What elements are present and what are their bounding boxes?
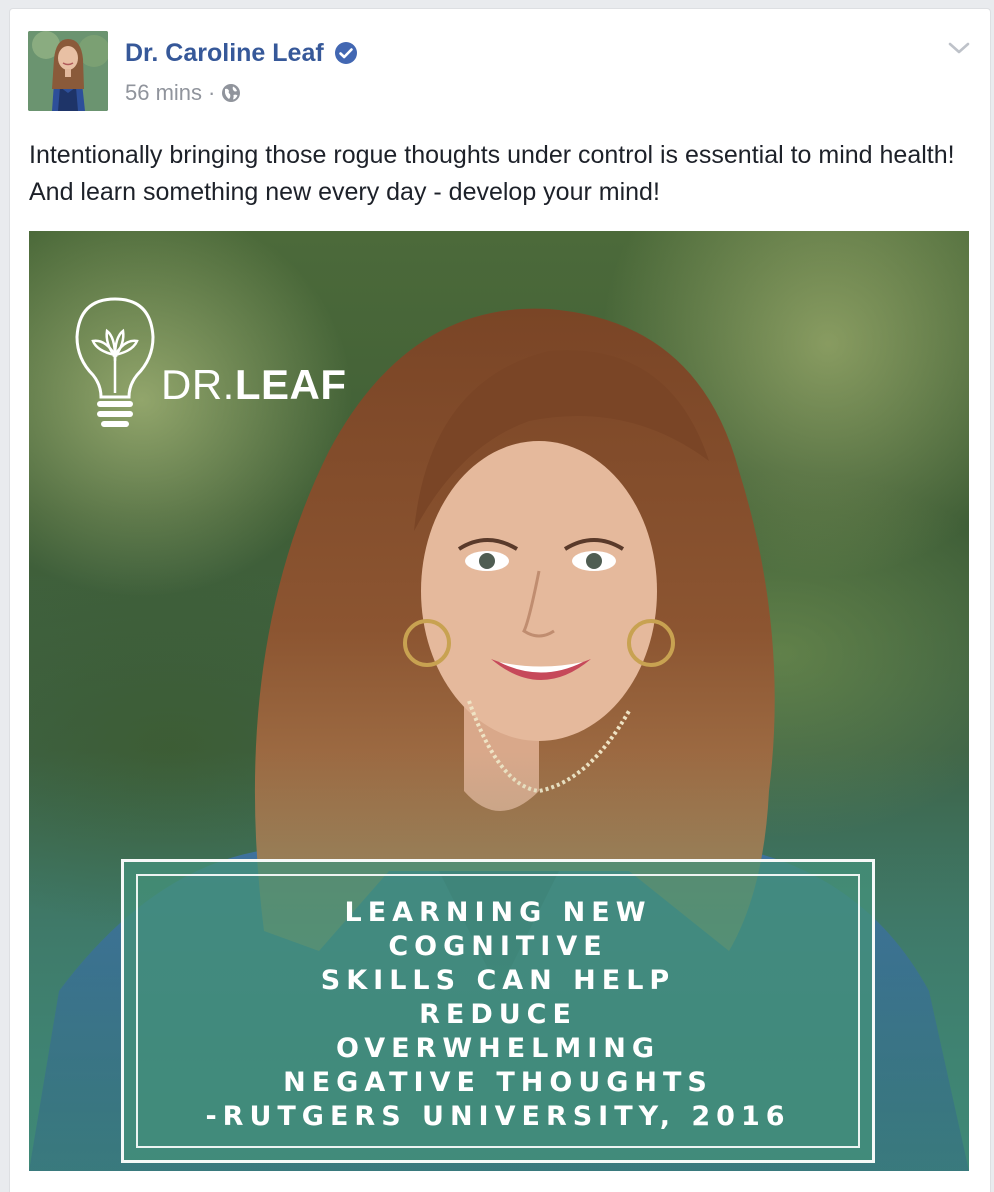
quote-line: NEGATIVE THOUGHTS: [283, 1067, 713, 1098]
globe-icon[interactable]: [221, 83, 241, 103]
quote-line: LEARNING NEW: [344, 897, 652, 928]
author-row: Dr. Caroline Leaf: [125, 37, 358, 69]
quote-line: REDUCE: [419, 999, 577, 1030]
quote-line: COGNITIVE: [388, 931, 608, 962]
author-avatar[interactable]: [28, 31, 108, 111]
logo-text: DR.LEAF: [161, 361, 347, 409]
meta-separator: ·: [208, 80, 216, 105]
chevron-down-icon[interactable]: [946, 35, 972, 61]
post-image[interactable]: DR.LEAF LEARNING NEW COGNITIVE SKILLS CA…: [29, 231, 969, 1171]
post-meta: 56 mins ·: [125, 79, 241, 107]
quote-line: SKILLS CAN HELP: [320, 965, 676, 996]
quote-line: OVERWHELMING: [335, 1033, 661, 1064]
avatar-photo: [28, 31, 108, 111]
author-name-link[interactable]: Dr. Caroline Leaf: [125, 39, 324, 68]
post-message: Intentionally bringing those rogue thoug…: [29, 141, 955, 206]
post-timestamp-link[interactable]: 56 mins: [125, 80, 202, 106]
verified-badge-icon: [334, 41, 358, 65]
post-header: Dr. Caroline Leaf 56 mins ·: [28, 31, 972, 115]
lightbulb-leaf-icon: [69, 293, 161, 433]
quote-box: LEARNING NEW COGNITIVE SKILLS CAN HELP R…: [121, 859, 875, 1163]
quote-text: LEARNING NEW COGNITIVE SKILLS CAN HELP R…: [124, 896, 872, 1134]
logo-text-bold: LEAF: [234, 361, 347, 408]
dr-leaf-logo: DR.LEAF: [69, 293, 389, 433]
post-card: Dr. Caroline Leaf 56 mins · Intentionall…: [9, 8, 991, 1192]
logo-text-light: DR.: [161, 361, 235, 408]
quote-line: -RUTGERS UNIVERSITY, 2016: [205, 1101, 791, 1132]
